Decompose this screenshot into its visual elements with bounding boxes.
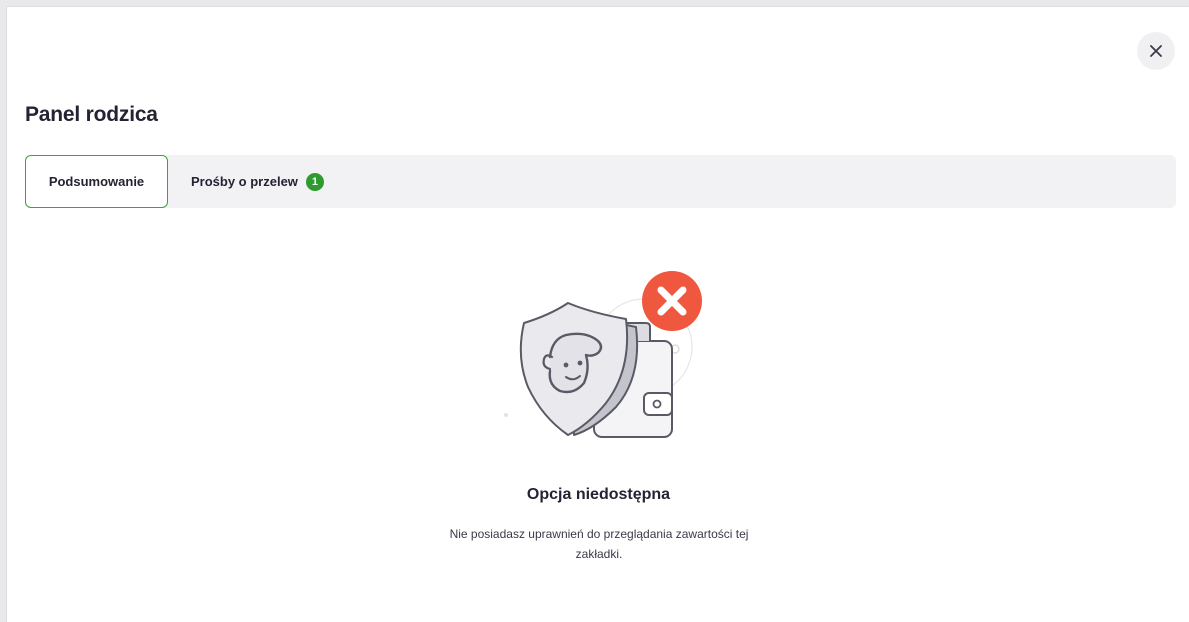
tab-summary-label: Podsumowanie: [48, 174, 145, 189]
close-icon: [1150, 45, 1162, 57]
empty-state-title: Opcja niedostępna: [526, 486, 671, 503]
close-button[interactable]: [1137, 32, 1175, 70]
page-title: Panel rodzica: [25, 103, 158, 126]
tab-transfer-requests[interactable]: Prośby o przelew 1: [177, 155, 338, 208]
count-badge: 1: [305, 172, 324, 191]
empty-state-message: Nie posiadasz uprawnień do przeglądania …: [449, 527, 749, 561]
tab-transfer-requests-label: Prośby o przelew: [191, 174, 298, 189]
shield-wallet-denied-illustration: [504, 271, 702, 438]
tab-bar: Podsumowanie Prośby o przelew 1: [25, 155, 1176, 208]
modal-dialog: Panel rodzica Podsumowanie Prośby o prze…: [6, 6, 1189, 622]
tab-summary[interactable]: Podsumowanie: [25, 155, 168, 208]
